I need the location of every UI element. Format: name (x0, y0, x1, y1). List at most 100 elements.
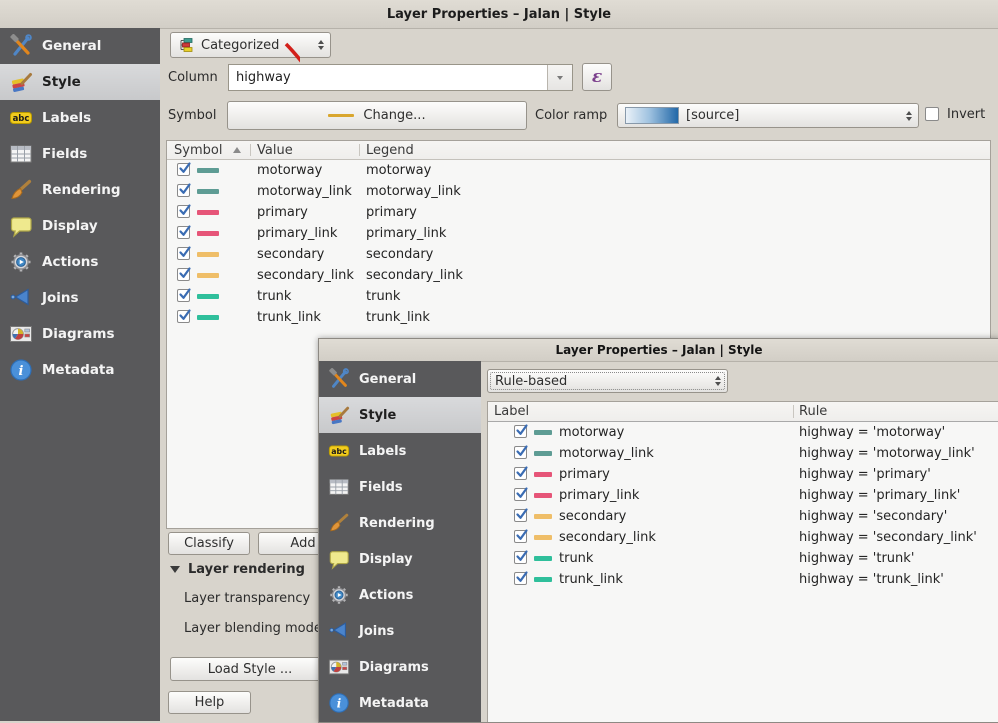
sidebar-item-actions[interactable]: Actions (319, 577, 481, 613)
fields-icon (9, 142, 33, 166)
row-checkbox[interactable] (514, 551, 527, 564)
row-checkbox[interactable] (514, 467, 527, 480)
sidebar-item-fields[interactable]: Fields (319, 469, 481, 505)
table-row[interactable]: primary_linkprimary_link (167, 223, 990, 244)
table-row[interactable]: secondarysecondary (167, 244, 990, 265)
table-row[interactable]: trunk_linktrunk_link (167, 307, 990, 328)
row-checkbox[interactable] (514, 425, 527, 438)
table-row[interactable]: trunktrunk (167, 286, 990, 307)
column-combobox[interactable]: highway (228, 64, 573, 91)
row-checkbox[interactable] (177, 226, 190, 239)
sidebar-item-general[interactable]: General (319, 361, 481, 397)
sidebar-item-label: Fields (359, 480, 403, 495)
row-checkbox[interactable] (177, 310, 190, 323)
layer-rendering-label: Layer rendering (188, 562, 305, 577)
row-checkbox[interactable] (514, 572, 527, 585)
table-row[interactable]: trunkhighway = 'trunk' (488, 548, 998, 569)
table-row[interactable]: primary_linkhighway = 'primary_link' (488, 485, 998, 506)
table-row[interactable]: motorwayhighway = 'motorway' (488, 422, 998, 443)
sidebar-item-label: Metadata (42, 362, 115, 378)
sidebar-item-display[interactable]: Display (0, 208, 160, 244)
main-window-titlebar[interactable]: Layer Properties – Jalan | Style (0, 0, 998, 29)
sidebar-item-metadata[interactable]: iMetadata (0, 352, 160, 388)
column-header-value[interactable]: Value (257, 141, 293, 159)
combo-arrow-icon[interactable] (547, 65, 572, 90)
invert-label: Invert (947, 102, 985, 126)
sidebar-item-labels[interactable]: abcLabels (319, 433, 481, 469)
row-checkbox[interactable] (514, 488, 527, 501)
sidebar-item-rendering[interactable]: Rendering (319, 505, 481, 541)
row-checkbox[interactable] (177, 184, 190, 197)
table-row[interactable]: motorwaymotorway (167, 160, 990, 181)
row-checkbox[interactable] (177, 163, 190, 176)
spinner-arrows-icon (318, 40, 326, 50)
sidebar-item-rendering[interactable]: Rendering (0, 172, 160, 208)
sidebar-item-diagrams[interactable]: Diagrams (0, 316, 160, 352)
display-icon (9, 214, 33, 238)
column-header-rule[interactable]: Rule (799, 402, 827, 421)
table-row[interactable]: secondaryhighway = 'secondary' (488, 506, 998, 527)
sidebar-item-general[interactable]: General (0, 28, 160, 64)
sidebar-item-joins[interactable]: Joins (319, 613, 481, 649)
sidebar-item-joins[interactable]: Joins (0, 280, 160, 316)
color-ramp-dropdown[interactable]: [source] (617, 103, 919, 128)
row-checkbox[interactable] (514, 509, 527, 522)
sidebar-item-metadata[interactable]: i Metadata (319, 685, 481, 721)
column-header-symbol[interactable]: Symbol (174, 141, 222, 159)
sidebar-item-labels[interactable]: abcLabels (0, 100, 160, 136)
label-cell: trunk_link (559, 569, 623, 590)
sidebar-item-fields[interactable]: Fields (0, 136, 160, 172)
table-row[interactable]: trunk_linkhighway = 'trunk_link' (488, 569, 998, 590)
rendering-icon (9, 178, 33, 202)
help-button[interactable]: Help (168, 691, 251, 714)
expression-builder-button[interactable]: ε (582, 63, 612, 91)
actions-icon (328, 584, 350, 606)
overlay-window-titlebar[interactable]: Layer Properties – Jalan | Style (319, 339, 998, 362)
renderer-type-dropdown[interactable]: Categorized (170, 32, 331, 58)
row-checkbox[interactable] (177, 289, 190, 302)
joins-icon (9, 286, 33, 310)
table-row[interactable]: motorway_linkhighway = 'motorway_link' (488, 443, 998, 464)
table-row[interactable]: primaryprimary (167, 202, 990, 223)
sidebar-item-diagrams[interactable]: Diagrams (319, 649, 481, 685)
line-symbol-swatch-icon (197, 168, 219, 173)
symbol-change-button[interactable]: Change... (227, 101, 527, 130)
table-row[interactable]: secondary_linkhighway = 'secondary_link' (488, 527, 998, 548)
line-symbol-swatch-icon (197, 231, 219, 236)
sidebar-item-style[interactable]: Style (0, 64, 160, 100)
layer-rendering-section[interactable]: Layer rendering (170, 559, 305, 579)
rule-cell: highway = 'primary_link' (799, 485, 960, 506)
row-checkbox[interactable] (514, 530, 527, 543)
table-row[interactable]: secondary_linksecondary_link (167, 265, 990, 286)
line-symbol-swatch-icon (534, 493, 552, 498)
value-cell: secondary (257, 244, 324, 265)
row-checkbox[interactable] (177, 205, 190, 218)
classify-button[interactable]: Classify (168, 532, 250, 555)
style-icon (328, 404, 350, 426)
row-checkbox[interactable] (514, 446, 527, 459)
sidebar-item-label: Actions (42, 254, 98, 270)
sidebar-item-actions[interactable]: Actions (0, 244, 160, 280)
sidebar-item-label: Metadata (359, 696, 429, 711)
actions-icon (9, 250, 33, 274)
general-icon (9, 34, 33, 58)
rendering-icon (328, 512, 350, 534)
invert-checkbox[interactable] (925, 107, 939, 121)
overlay-renderer-type-dropdown[interactable]: Rule-based (487, 369, 728, 393)
sidebar-item-label: Labels (42, 110, 91, 126)
main-window-title: Layer Properties – Jalan | Style (387, 7, 611, 22)
label-cell: primary (559, 464, 610, 485)
collapse-caret-icon (170, 566, 180, 573)
row-checkbox[interactable] (177, 247, 190, 260)
row-checkbox[interactable] (177, 268, 190, 281)
svg-text:i: i (337, 697, 342, 711)
table-row[interactable]: motorway_linkmotorway_link (167, 181, 990, 202)
load-style-button[interactable]: Load Style ... (170, 657, 330, 681)
sidebar-item-style[interactable]: Style (319, 397, 481, 433)
color-ramp-value: [source] (686, 108, 739, 123)
column-header-label[interactable]: Label (494, 402, 529, 421)
sort-ascending-icon[interactable] (233, 141, 241, 159)
column-header-legend[interactable]: Legend (366, 141, 414, 159)
table-row[interactable]: primaryhighway = 'primary' (488, 464, 998, 485)
sidebar-item-display[interactable]: Display (319, 541, 481, 577)
